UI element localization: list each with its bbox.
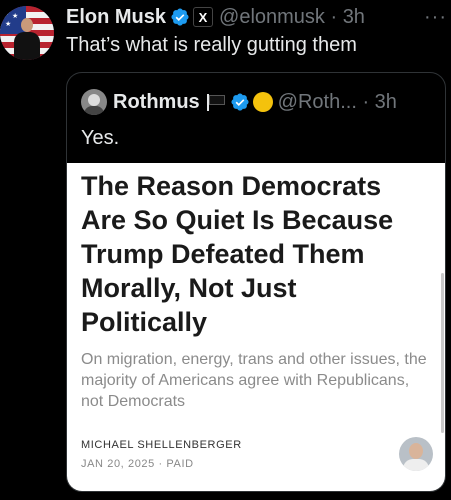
tweet-header: Elon Musk X @elonmusk · 3h [66,4,365,30]
yellow-circle-icon [252,92,273,112]
article-date: JAN 20, 2025 · PAID [81,458,194,470]
author-handle-time[interactable]: @elonmusk · 3h [219,6,365,29]
scrollbar[interactable] [441,273,444,433]
author-figure [14,18,40,60]
tweet-text: That’s what is really gutting them [66,34,357,56]
quoted-author-display-name[interactable]: Rothmus [113,91,200,114]
more-options-icon[interactable]: ··· [424,6,447,29]
tweet[interactable]: ★ ★ ★ Elon Musk X @elonmusk · 3h ··· Tha… [0,0,451,500]
verified-badge-icon [171,8,189,26]
quoted-tweet[interactable]: Rothmus @Roth... · 3h Yes. The Reason De… [66,72,446,492]
article-subtitle: On migration, energy, trans and other is… [81,351,427,410]
quoted-author-handle-time[interactable]: @Roth... · 3h [278,91,397,114]
black-flag-icon [205,93,227,111]
quoted-tweet-header: Rothmus @Roth... · 3h [81,88,397,116]
affiliation-badge-icon: X [193,7,214,27]
quoted-author-avatar[interactable] [81,89,107,115]
article-author: MICHAEL SHELLENBERGER [81,439,242,451]
article-card[interactable]: The Reason Democrats Are So Quiet Is Bec… [67,163,445,491]
author-avatar[interactable]: ★ ★ ★ [0,6,54,60]
article-author-avatar [399,437,433,471]
verified-badge-icon [231,93,249,111]
author-display-name[interactable]: Elon Musk [66,6,166,29]
article-title: The Reason Democrats Are So Quiet Is Bec… [81,171,394,337]
quoted-tweet-text: Yes. [81,127,120,149]
